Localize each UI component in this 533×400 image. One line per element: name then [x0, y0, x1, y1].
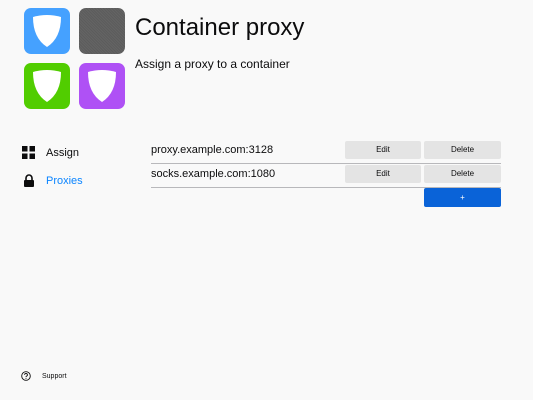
logo-tile-purple — [79, 63, 125, 109]
proxy-row: socks.example.com:1080 Edit Delete — [151, 163, 501, 188]
sidebar-item-label: Assign — [46, 146, 80, 159]
delete-button[interactable]: Delete — [424, 165, 501, 183]
support-label: Support — [42, 372, 67, 380]
lock-icon — [22, 174, 35, 187]
logo-tile-green — [24, 63, 70, 109]
help-circle-icon — [21, 371, 31, 381]
edit-button[interactable]: Edit — [345, 141, 421, 159]
logo-tile-blue — [24, 8, 70, 54]
edit-button[interactable]: Edit — [345, 165, 421, 183]
shield-icon — [33, 70, 61, 102]
proxy-url: proxy.example.com:3128 — [151, 144, 274, 156]
add-proxy-button[interactable]: + — [424, 188, 501, 207]
sidebar-item-proxies[interactable]: Proxies — [22, 174, 83, 187]
grid-icon — [22, 146, 35, 159]
shield-icon — [88, 70, 116, 102]
logo-tile-gray — [79, 8, 125, 54]
sidebar-item-assign[interactable]: Assign — [22, 146, 79, 159]
shield-icon — [33, 15, 61, 47]
sidebar-item-label: Proxies — [46, 174, 83, 187]
proxy-row: proxy.example.com:3128 Edit Delete — [151, 139, 501, 164]
proxy-url: socks.example.com:1080 — [151, 168, 276, 180]
app-logo — [24, 8, 126, 110]
page-title: Container proxy — [135, 14, 305, 41]
page-subtitle: Assign a proxy to a container — [135, 57, 290, 71]
support-link[interactable]: Support — [21, 371, 67, 381]
delete-button[interactable]: Delete — [424, 141, 501, 159]
